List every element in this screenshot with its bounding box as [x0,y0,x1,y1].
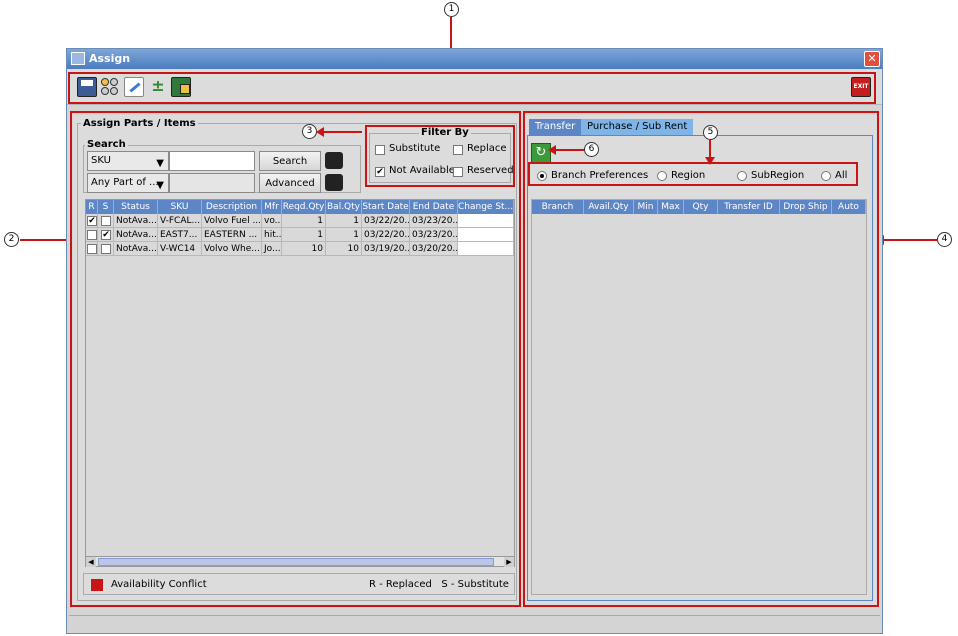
window-icon [71,52,85,65]
callout-2: 2 [4,232,19,247]
callout-6-line [552,149,584,151]
callout-5-arrow [705,157,715,165]
title-bar: Assign ✕ [67,49,882,69]
callout-3-line [318,131,362,133]
assign-window: Assign ✕ ± EXIT Assign Parts / Items Sea… [66,48,883,634]
callout-3-arrow [316,127,324,137]
radio-highlight [528,162,858,186]
callout-2-line [20,239,70,241]
callout-3: 3 [302,124,317,139]
toolbar-highlight [68,72,876,104]
window-title: Assign [89,52,131,65]
callout-4: 4 [937,232,952,247]
callout-6: 6 [584,142,599,157]
left-panel-highlight [70,111,521,607]
callout-5: 5 [703,125,718,140]
callout-1: 1 [444,2,459,17]
callout-6-arrow [548,145,556,155]
close-icon[interactable]: ✕ [864,51,880,67]
callout-4-line [880,239,937,241]
status-bar [69,615,880,631]
